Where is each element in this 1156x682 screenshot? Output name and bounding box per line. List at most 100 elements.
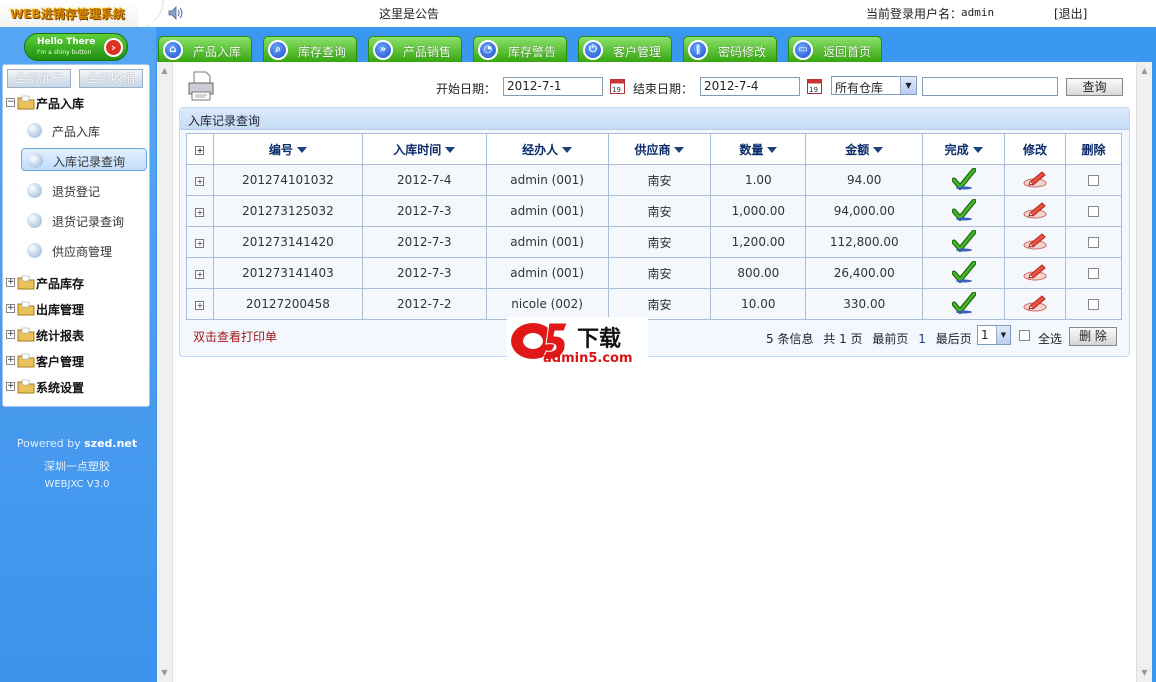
row-expand-cell[interactable]: + [186, 164, 214, 196]
column-header-handler[interactable]: 经办人 [485, 133, 609, 165]
nav-group-outbound[interactable]: + 出库管理 [3, 300, 149, 320]
edit-pencil-icon[interactable] [1022, 293, 1048, 313]
select-all-checkbox[interactable] [1019, 330, 1030, 341]
cell-delete[interactable] [1065, 195, 1122, 227]
cell-edit[interactable] [1004, 195, 1067, 227]
scroll-down-icon[interactable]: ▼ [1140, 668, 1149, 677]
cell-done[interactable] [922, 257, 1006, 289]
row-expand-cell[interactable]: + [186, 257, 214, 289]
tab-stock-warning[interactable]: ◔ 库存警告 [473, 36, 567, 63]
column-header-amount[interactable]: 金额 [805, 133, 924, 165]
scroll-down-icon[interactable]: ▼ [160, 668, 169, 677]
tab-product-in[interactable]: ⌂ 产品入库 [158, 36, 252, 63]
cell-done[interactable] [922, 164, 1006, 196]
last-page-link[interactable]: 最后页 [936, 332, 972, 346]
vertical-scrollbar-left[interactable]: ▲ ▼ [157, 62, 173, 682]
cell-done[interactable] [922, 195, 1006, 227]
cell-delete[interactable] [1065, 226, 1122, 258]
collapse-all-button[interactable]: 全部收缩 [79, 69, 143, 88]
row-delete-checkbox[interactable] [1088, 206, 1099, 217]
checkmark-icon[interactable] [951, 167, 977, 191]
expand-plus-icon[interactable]: + [195, 239, 205, 248]
checkmark-icon[interactable] [951, 291, 977, 315]
table-row[interactable]: +201273125032 2012-7-3 admin (001) 南安 1,000.… [186, 195, 1122, 227]
column-header-qty[interactable]: 数量 [710, 133, 807, 165]
start-date-input[interactable]: 2012-7-1 [503, 77, 603, 96]
first-page-link[interactable]: 最前页 [872, 332, 908, 346]
nav-group-settings[interactable]: + 系统设置 [3, 378, 149, 398]
tab-password[interactable]: ‖ 密码修改 [683, 36, 777, 63]
cell-edit[interactable] [1004, 226, 1067, 258]
nav-item-suppliers[interactable]: 供应商管理 [21, 239, 147, 262]
nav-group-customers[interactable]: + 客户管理 [3, 352, 149, 372]
cell-edit[interactable] [1004, 257, 1067, 289]
tab-home[interactable]: ▭ 返回首页 [788, 36, 882, 63]
expand-plus-icon[interactable]: + [195, 301, 205, 310]
sort-caret-icon [873, 147, 884, 153]
nav-item-return[interactable]: 退货登记 [21, 179, 147, 202]
edit-pencil-icon[interactable] [1022, 200, 1048, 220]
cell-edit[interactable] [1004, 288, 1067, 320]
checkmark-icon[interactable] [951, 260, 977, 284]
cell-delete[interactable] [1065, 164, 1122, 196]
company-name: 深圳一点塑胶 [44, 460, 110, 473]
table-row[interactable]: +201274101032 2012-7-4 admin (001) 南安 1.00 94… [186, 164, 1122, 196]
column-header-date[interactable]: 入库时间 [361, 133, 487, 165]
tab-stock-query[interactable]: ⌕ 库存查询 [263, 36, 357, 63]
scroll-up-icon[interactable]: ▲ [160, 66, 169, 75]
row-delete-checkbox[interactable] [1088, 299, 1099, 310]
expand-plus-icon[interactable]: + [195, 270, 205, 279]
column-header-id[interactable]: 编号 [212, 133, 363, 165]
vertical-scrollbar-right[interactable]: ▲ ▼ [1136, 62, 1152, 682]
row-expand-cell[interactable]: + [186, 288, 214, 320]
edit-pencil-icon[interactable] [1022, 231, 1048, 251]
edit-pencil-icon[interactable] [1022, 262, 1048, 282]
hello-button[interactable]: Hello There I'm a shiny button › [24, 33, 128, 61]
nav-group-product-in[interactable]: − 产品入库 [3, 94, 149, 114]
expand-plus-icon[interactable]: + [195, 208, 205, 217]
nav-item-return-records[interactable]: 退货记录查询 [21, 209, 147, 232]
calendar-icon[interactable]: 19 [807, 77, 822, 94]
calendar-icon[interactable]: 19 [610, 77, 625, 94]
nav-item-in-records[interactable]: 入库记录查询 [21, 148, 147, 171]
cell-delete[interactable] [1065, 257, 1122, 289]
checkmark-icon[interactable] [951, 198, 977, 222]
cell-done[interactable] [922, 288, 1006, 320]
table-row[interactable]: +201273141420 2012-7-3 admin (001) 南安 1,200.… [186, 226, 1122, 258]
expand-all-button[interactable]: 全部展开 [7, 69, 71, 88]
warehouse-select[interactable]: 所有仓库 ▼ [831, 76, 917, 95]
nav-item-product-in[interactable]: 产品入库 [21, 119, 147, 142]
scroll-up-icon[interactable]: ▲ [1140, 66, 1149, 75]
table-row[interactable]: +201273141403 2012-7-3 admin (001) 南安 800.00… [186, 257, 1122, 289]
cell-done[interactable] [922, 226, 1006, 258]
query-button[interactable]: 查询 [1066, 78, 1123, 96]
tab-customers[interactable]: ⏻ 客户管理 [578, 36, 672, 63]
end-date-input[interactable]: 2012-7-4 [700, 77, 800, 96]
column-header-done[interactable]: 完成 [922, 133, 1006, 165]
printer-icon[interactable] [186, 70, 216, 102]
checkmark-icon[interactable] [951, 229, 977, 253]
delete-button[interactable]: 删 除 [1069, 327, 1117, 346]
row-expand-cell[interactable]: + [186, 195, 214, 227]
tab-sales[interactable]: » 产品销售 [368, 36, 462, 63]
row-delete-checkbox[interactable] [1088, 237, 1099, 248]
row-expand-cell[interactable]: + [186, 226, 214, 258]
expand-plus-icon[interactable]: + [195, 177, 205, 186]
expand-plus-icon[interactable]: + [195, 146, 205, 155]
cell-delete[interactable] [1065, 288, 1122, 320]
edit-pencil-icon[interactable] [1022, 169, 1048, 189]
row-delete-checkbox[interactable] [1088, 175, 1099, 186]
nav-group-stock[interactable]: + 产品库存 [3, 274, 149, 294]
logout-link[interactable]: [退出] [1054, 5, 1087, 22]
speaker-icon [168, 6, 183, 20]
expand-all-column[interactable]: + [186, 133, 214, 165]
nav-group-reports[interactable]: + 统计报表 [3, 326, 149, 346]
table-row[interactable]: +20127200458 2012-7-2 nicole (002) 南安 10.00 3… [186, 288, 1122, 320]
cell-edit[interactable] [1004, 164, 1067, 196]
keyword-input[interactable] [922, 77, 1058, 96]
page-select[interactable]: 1 ▼ [977, 325, 1011, 345]
row-delete-checkbox[interactable] [1088, 268, 1099, 279]
version-text: WEBJXC V3.0 [44, 479, 110, 490]
cell-handler: admin (001) [485, 195, 609, 227]
column-header-supplier[interactable]: 供应商 [607, 133, 712, 165]
